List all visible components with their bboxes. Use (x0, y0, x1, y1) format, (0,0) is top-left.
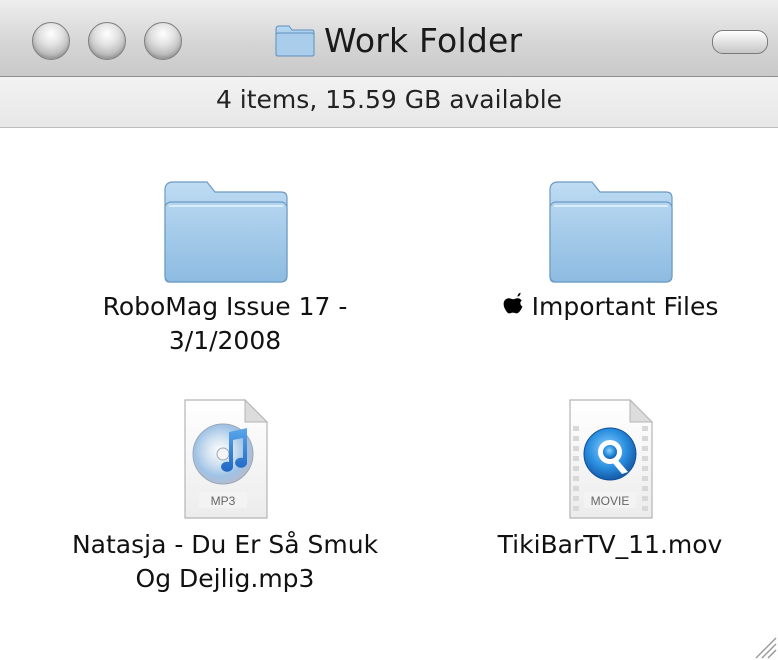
status-text: 4 items, 15.59 GB available (215, 85, 563, 114)
window-title: Work Folder (324, 20, 523, 60)
minimize-button[interactable] (88, 22, 126, 60)
file-label-line2: 3/1/2008 (168, 326, 282, 355)
file-label: TikiBarTV_11.mov (497, 530, 723, 559)
file-label-line1: Natasja - Du Er Så Smuk (71, 530, 379, 559)
folder-icon (549, 181, 673, 283)
mp3-icon-caption: MP3 (211, 494, 236, 508)
file-label-line1: RoboMag Issue 17 - (102, 292, 348, 321)
mp3-file-icon: MP3 (184, 398, 269, 519)
close-button[interactable] (32, 22, 70, 60)
quicktime-movie-icon: MOVIE (569, 398, 654, 519)
folder-icon (164, 181, 288, 283)
file-label-line2: Og Dejlig.mp3 (135, 564, 315, 593)
zoom-button[interactable] (144, 22, 182, 60)
title-bar[interactable]: Work Folder (0, 0, 778, 77)
file-item-important-files[interactable]: Important Files (460, 176, 760, 324)
apple-logo-icon (503, 292, 523, 314)
file-item-mp3[interactable]: MP3 Natasja - Du Er Så Smuk Og Dejlig.mp… (40, 396, 410, 596)
resize-grip-icon[interactable] (750, 632, 778, 660)
movie-icon-caption: MOVIE (591, 494, 630, 508)
file-label: Important Files (460, 290, 760, 324)
icon-view[interactable]: RoboMag Issue 17 - 3/1/2008 Important Fi… (0, 128, 778, 660)
file-item-robomag[interactable]: RoboMag Issue 17 - 3/1/2008 (60, 176, 390, 358)
folder-icon (275, 25, 315, 57)
status-bar: 4 items, 15.59 GB available (0, 77, 778, 128)
window-title-group: Work Folder (274, 20, 522, 60)
file-item-movie[interactable]: MOVIE TikiBarTV_11.mov (460, 396, 760, 562)
finder-window: Work Folder 4 items, 15.59 GB available (0, 0, 778, 660)
file-label-text: Important Files (531, 292, 719, 321)
toolbar-toggle-button[interactable] (712, 30, 768, 54)
